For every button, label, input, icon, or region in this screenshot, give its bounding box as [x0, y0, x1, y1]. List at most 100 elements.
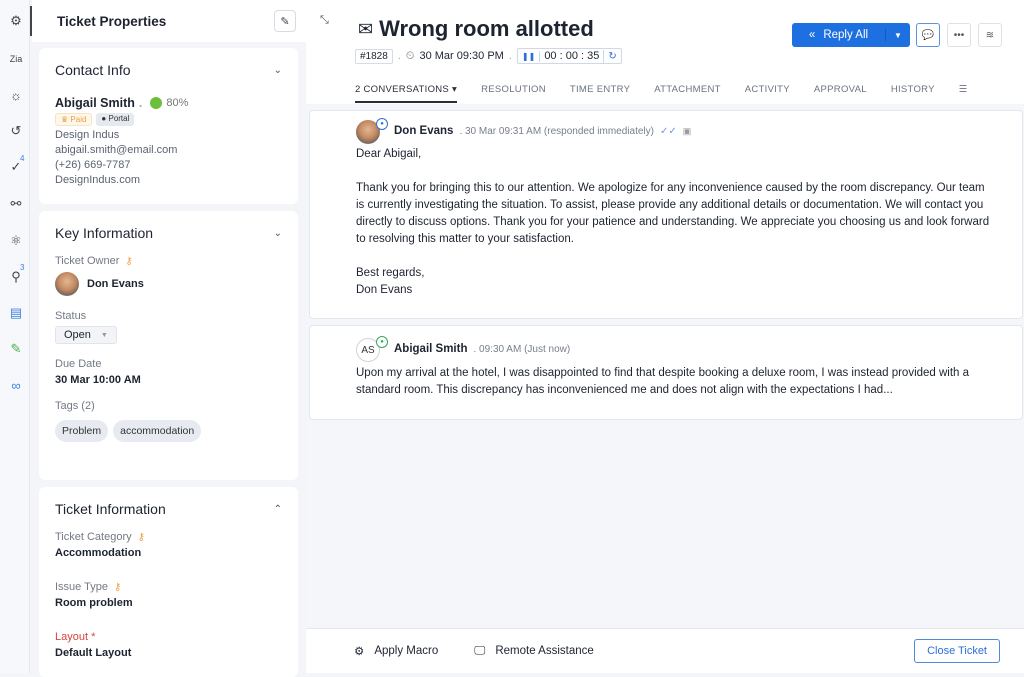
category-value[interactable]: Accommodation	[55, 547, 282, 559]
layers-button[interactable]: ≋	[978, 23, 1002, 47]
tab-history[interactable]: HISTORY	[891, 84, 935, 103]
issue-type-label: Issue Type ⚷	[55, 581, 122, 593]
sort-icon[interactable]: ☰	[959, 84, 968, 103]
comment-button[interactable]: 💬	[916, 23, 940, 47]
smiley-icon	[150, 97, 163, 109]
tab-time-entry[interactable]: TIME ENTRY	[570, 84, 630, 103]
share-icon[interactable]: ⚯	[7, 195, 25, 213]
message-time: . 09:30 AM (Just now)	[473, 343, 571, 355]
ticket-subject: Wrong room allotted	[379, 16, 594, 41]
ticket-id: #1828	[355, 48, 393, 64]
contact-email[interactable]: abigail.smith@email.com	[55, 144, 282, 156]
macro-icon: ⚙	[354, 646, 365, 658]
layers-icon: ≋	[985, 29, 995, 41]
due-date-label: Due Date	[55, 358, 102, 370]
tag[interactable]: Problem	[55, 420, 109, 442]
ticket-title: ✉ Wrong room allotted	[358, 16, 594, 42]
ticket-tabs: 2 CONVERSATIONS ▾ RESOLUTION TIME ENTRY …	[355, 84, 968, 103]
ticket-settings-icon[interactable]: ⚙	[7, 12, 25, 30]
category-label: Ticket Category ⚷	[55, 531, 145, 543]
close-ticket-button[interactable]: Close Ticket	[914, 639, 1000, 663]
properties-title: Ticket Properties	[57, 13, 167, 29]
link-icon[interactable]: ∞	[7, 376, 25, 394]
contact-info-header[interactable]: Contact Info ⌄	[55, 62, 282, 78]
sign-icon[interactable]: ✎	[7, 340, 25, 358]
portal-badge: ● Portal	[96, 113, 135, 126]
issue-type-value[interactable]: Room problem	[55, 597, 282, 609]
pencil-icon: ✎	[280, 15, 290, 28]
chevron-down-icon[interactable]: ⌄	[274, 65, 282, 76]
badge-count: 3	[20, 263, 25, 272]
message-body: Upon my arrival at the hotel, I was disa…	[356, 367, 970, 396]
caret-down-icon: ▼	[100, 331, 108, 339]
contact-name[interactable]: Abigail Smith	[55, 96, 135, 110]
owner-name: Don Evans	[87, 278, 144, 290]
expand-icon[interactable]: ▣	[683, 126, 692, 137]
contact-company: Design Indus	[55, 129, 120, 141]
ticket-information-card: Ticket Information ⌃ Ticket Category ⚷ Ac…	[39, 487, 298, 677]
mail-icon: ✉	[358, 18, 374, 39]
contact-phone[interactable]: (+26) 669-7787	[55, 159, 282, 171]
tab-attachment[interactable]: ATTACHMENT	[654, 84, 721, 103]
status-label: Status	[55, 310, 87, 322]
read-check-icon: ✓✓	[659, 125, 677, 137]
happiness-rating: 80%	[166, 97, 189, 109]
status-dropdown[interactable]: Open ▼	[55, 326, 117, 344]
outgoing-icon: ●	[376, 118, 388, 130]
status-value: Open	[64, 329, 91, 341]
conversation-item[interactable]: ● Don Evans . 30 Mar 09:31 AM (responded…	[309, 110, 1023, 319]
owner-label: Ticket Owner ⚷	[55, 255, 133, 267]
section-title: Ticket Information	[55, 501, 166, 517]
ticket-information-header[interactable]: Ticket Information ⌃	[55, 501, 282, 517]
author-name: Abigail Smith	[394, 343, 468, 355]
atom-icon[interactable]: ⚛	[7, 232, 25, 250]
badge-count: 4	[20, 154, 25, 163]
key-icon: ⚷	[137, 531, 145, 543]
key-information-header[interactable]: Key Information ⌄	[55, 225, 282, 241]
ticket-timer: ❚❚ 00 : 00 : 35 ↻	[516, 48, 622, 64]
ticket-footer: ⚙ Apply Macro 🖵 Remote Assistance Close …	[306, 628, 1024, 673]
comment-icon: 💬	[921, 29, 935, 41]
edit-button[interactable]: ✎	[274, 10, 296, 32]
message-time: . 30 Mar 09:31 AM (responded immediately…	[459, 125, 654, 137]
tab-approval[interactable]: APPROVAL	[814, 84, 867, 103]
incoming-icon: ●	[376, 336, 388, 348]
pause-icon[interactable]: ❚❚	[518, 50, 541, 62]
layout-icon[interactable]: ▤	[7, 304, 25, 322]
zia-icon[interactable]: Zia	[7, 50, 25, 68]
conversation-item[interactable]: AS ● Abigail Smith . 09:30 AM (Just now)…	[309, 325, 1023, 420]
tags-label: Tags (2)	[55, 400, 95, 412]
app-rail: ⚙ Zia ☼ ↺ ✓ 4 ⚯ ⚛ ⚲ 3 ▤ ✎ ∞	[0, 0, 32, 673]
properties-header: Ticket Properties ✎	[32, 0, 306, 42]
tag[interactable]: accommodation	[113, 420, 202, 442]
ticket-owner[interactable]: Don Evans	[55, 272, 282, 296]
tab-resolution[interactable]: RESOLUTION	[481, 84, 546, 103]
key-icon: ⚷	[114, 581, 122, 593]
message-body: Dear Abigail, Thank you for bringing thi…	[356, 148, 990, 296]
apply-macro-button[interactable]: ⚙ Apply Macro	[354, 644, 438, 658]
ticket-header: ⤡ ✉ Wrong room allotted #1828 . ⏲ 30 Mar…	[306, 0, 1024, 104]
ticket-detail: ⤡ ✉ Wrong room allotted #1828 . ⏲ 30 Mar…	[306, 0, 1024, 673]
paid-badge: ♛ Paid	[55, 113, 93, 126]
layout-value[interactable]: Default Layout	[55, 647, 282, 659]
chevron-up-icon[interactable]: ⌃	[274, 504, 282, 515]
more-button[interactable]: •••	[947, 23, 971, 47]
ticket-meta: #1828 . ⏲ 30 Mar 09:30 PM . ❚❚ 00 : 00 :…	[355, 48, 622, 64]
contact-website[interactable]: DesignIndus.com	[55, 174, 282, 186]
due-date-value[interactable]: 30 Mar 10:00 AM	[55, 374, 282, 386]
chevron-down-icon[interactable]: ⌄	[274, 228, 282, 239]
reply-all-button[interactable]: «Reply All ▼	[792, 23, 910, 47]
history-icon[interactable]: ↺	[7, 122, 25, 140]
section-title: Key Information	[55, 225, 154, 241]
reset-icon[interactable]: ↻	[603, 49, 620, 63]
layout-label: Layout *	[55, 631, 96, 643]
avatar	[55, 272, 79, 296]
more-icon: •••	[953, 29, 965, 41]
remote-assistance-button[interactable]: 🖵 Remote Assistance	[474, 645, 594, 658]
collapse-icon[interactable]: ⤡	[320, 14, 329, 27]
reply-dropdown-icon[interactable]: ▼	[886, 31, 910, 40]
section-title: Contact Info	[55, 62, 131, 78]
tab-conversations[interactable]: 2 CONVERSATIONS ▾	[355, 84, 458, 103]
bulb-icon[interactable]: ☼	[7, 86, 25, 104]
tab-activity[interactable]: ACTIVITY	[745, 84, 790, 103]
